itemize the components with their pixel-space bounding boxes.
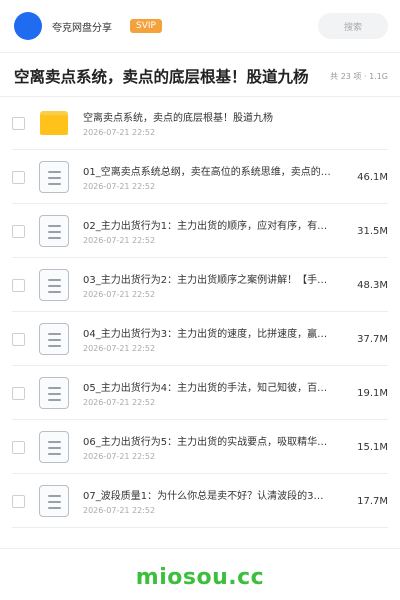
item-checkbox[interactable] [12, 224, 25, 238]
share-header: 夸克网盘分享 SVIP 搜索 [0, 0, 400, 52]
document-icon [37, 268, 71, 302]
search-placeholder: 搜索 [343, 22, 362, 33]
folder-icon [37, 106, 71, 140]
list-item[interactable]: 06_主力出货行为5：主力出货的实战要点，吸取精华… 2026-07-21 22… [0, 420, 400, 474]
item-date: 2026-07-21 22:52 [83, 182, 156, 191]
item-count-meta: 共 23 项 · 1.1G [330, 71, 388, 81]
item-name: 01_空离卖点系统总纲，卖在高位的系统思维，卖点的… [83, 167, 331, 178]
item-name: 02_主力出货行为1：主力出货的顺序，应对有序，有… [83, 221, 328, 232]
item-date: 2026-07-21 22:52 [83, 452, 156, 461]
svip-badge: SVIP [130, 19, 162, 33]
document-icon [37, 430, 71, 464]
item-checkbox[interactable] [12, 278, 25, 292]
item-checkbox[interactable] [12, 170, 25, 184]
header-divider [0, 52, 400, 53]
list-item[interactable]: 01_空离卖点系统总纲，卖在高位的系统思维，卖点的… 2026-07-21 22… [0, 150, 400, 204]
item-size: 46.1M [357, 171, 388, 183]
item-checkbox[interactable] [12, 494, 25, 508]
list-item[interactable]: 02_主力出货行为1：主力出货的顺序，应对有序，有… 2026-07-21 22… [0, 204, 400, 258]
search-input[interactable]: 搜索 [318, 13, 388, 39]
item-size: 37.7M [357, 333, 388, 345]
footer-divider [0, 548, 400, 549]
item-name: 06_主力出货行为5：主力出货的实战要点，吸取精华… [83, 437, 328, 448]
item-size: 31.5M [357, 225, 388, 237]
item-name: 04_主力出货行为3：主力出货的速度，比拼速度，赢… [83, 329, 328, 340]
item-name: 05_主力出货行为4：主力出货的手法，知己知彼，百… [83, 383, 328, 394]
document-icon [37, 214, 71, 248]
item-size: 15.1M [357, 441, 388, 453]
item-name: 07_波段质量1：为什么你总是卖不好？认清波段的3… [83, 491, 324, 502]
document-icon [37, 322, 71, 356]
page-title: 空离卖点系统，卖点的底层根基！股道九杨 [14, 68, 309, 86]
document-icon [37, 484, 71, 518]
share-name: 夸克网盘分享 [52, 22, 112, 34]
item-date: 2026-07-21 22:52 [83, 236, 156, 245]
item-date: 2026-07-21 22:52 [83, 506, 156, 515]
avatar[interactable] [14, 12, 42, 40]
item-name: 03_主力出货行为2：主力出货顺序之案例讲解！【手… [83, 275, 328, 286]
item-name: 空离卖点系统，卖点的底层根基！股道九杨 [83, 113, 273, 124]
item-size: 48.3M [357, 279, 388, 291]
item-date: 2026-07-21 22:52 [83, 344, 156, 353]
title-bar: 空离卖点系统，卖点的底层根基！股道九杨 共 23 项 · 1.1G [0, 56, 400, 96]
footer: miosou.cc [0, 555, 400, 600]
item-date: 2026-07-21 22:52 [83, 398, 156, 407]
item-date: 2026-07-21 22:52 [83, 128, 156, 137]
item-checkbox[interactable] [12, 440, 25, 454]
list-item[interactable]: 05_主力出货行为4：主力出货的手法，知己知彼，百… 2026-07-21 22… [0, 366, 400, 420]
list-item-folder[interactable]: 空离卖点系统，卖点的底层根基！股道九杨 2026-07-21 22:52 [0, 96, 400, 150]
item-checkbox[interactable] [12, 116, 25, 130]
list-item[interactable]: 07_波段质量1：为什么你总是卖不好？认清波段的3… 2026-07-21 22… [0, 474, 400, 528]
document-icon [37, 160, 71, 194]
item-size: 17.7M [357, 495, 388, 507]
brand-watermark: miosou.cc [135, 565, 265, 590]
list-item[interactable]: 04_主力出货行为3：主力出货的速度，比拼速度，赢… 2026-07-21 22… [0, 312, 400, 366]
file-list: 空离卖点系统，卖点的底层根基！股道九杨 2026-07-21 22:52 01_… [0, 96, 400, 528]
item-checkbox[interactable] [12, 332, 25, 346]
item-checkbox[interactable] [12, 386, 25, 400]
item-date: 2026-07-21 22:52 [83, 290, 156, 299]
document-icon [37, 376, 71, 410]
item-size: 19.1M [357, 387, 388, 399]
list-item[interactable]: 03_主力出货行为2：主力出货顺序之案例讲解！【手… 2026-07-21 22… [0, 258, 400, 312]
